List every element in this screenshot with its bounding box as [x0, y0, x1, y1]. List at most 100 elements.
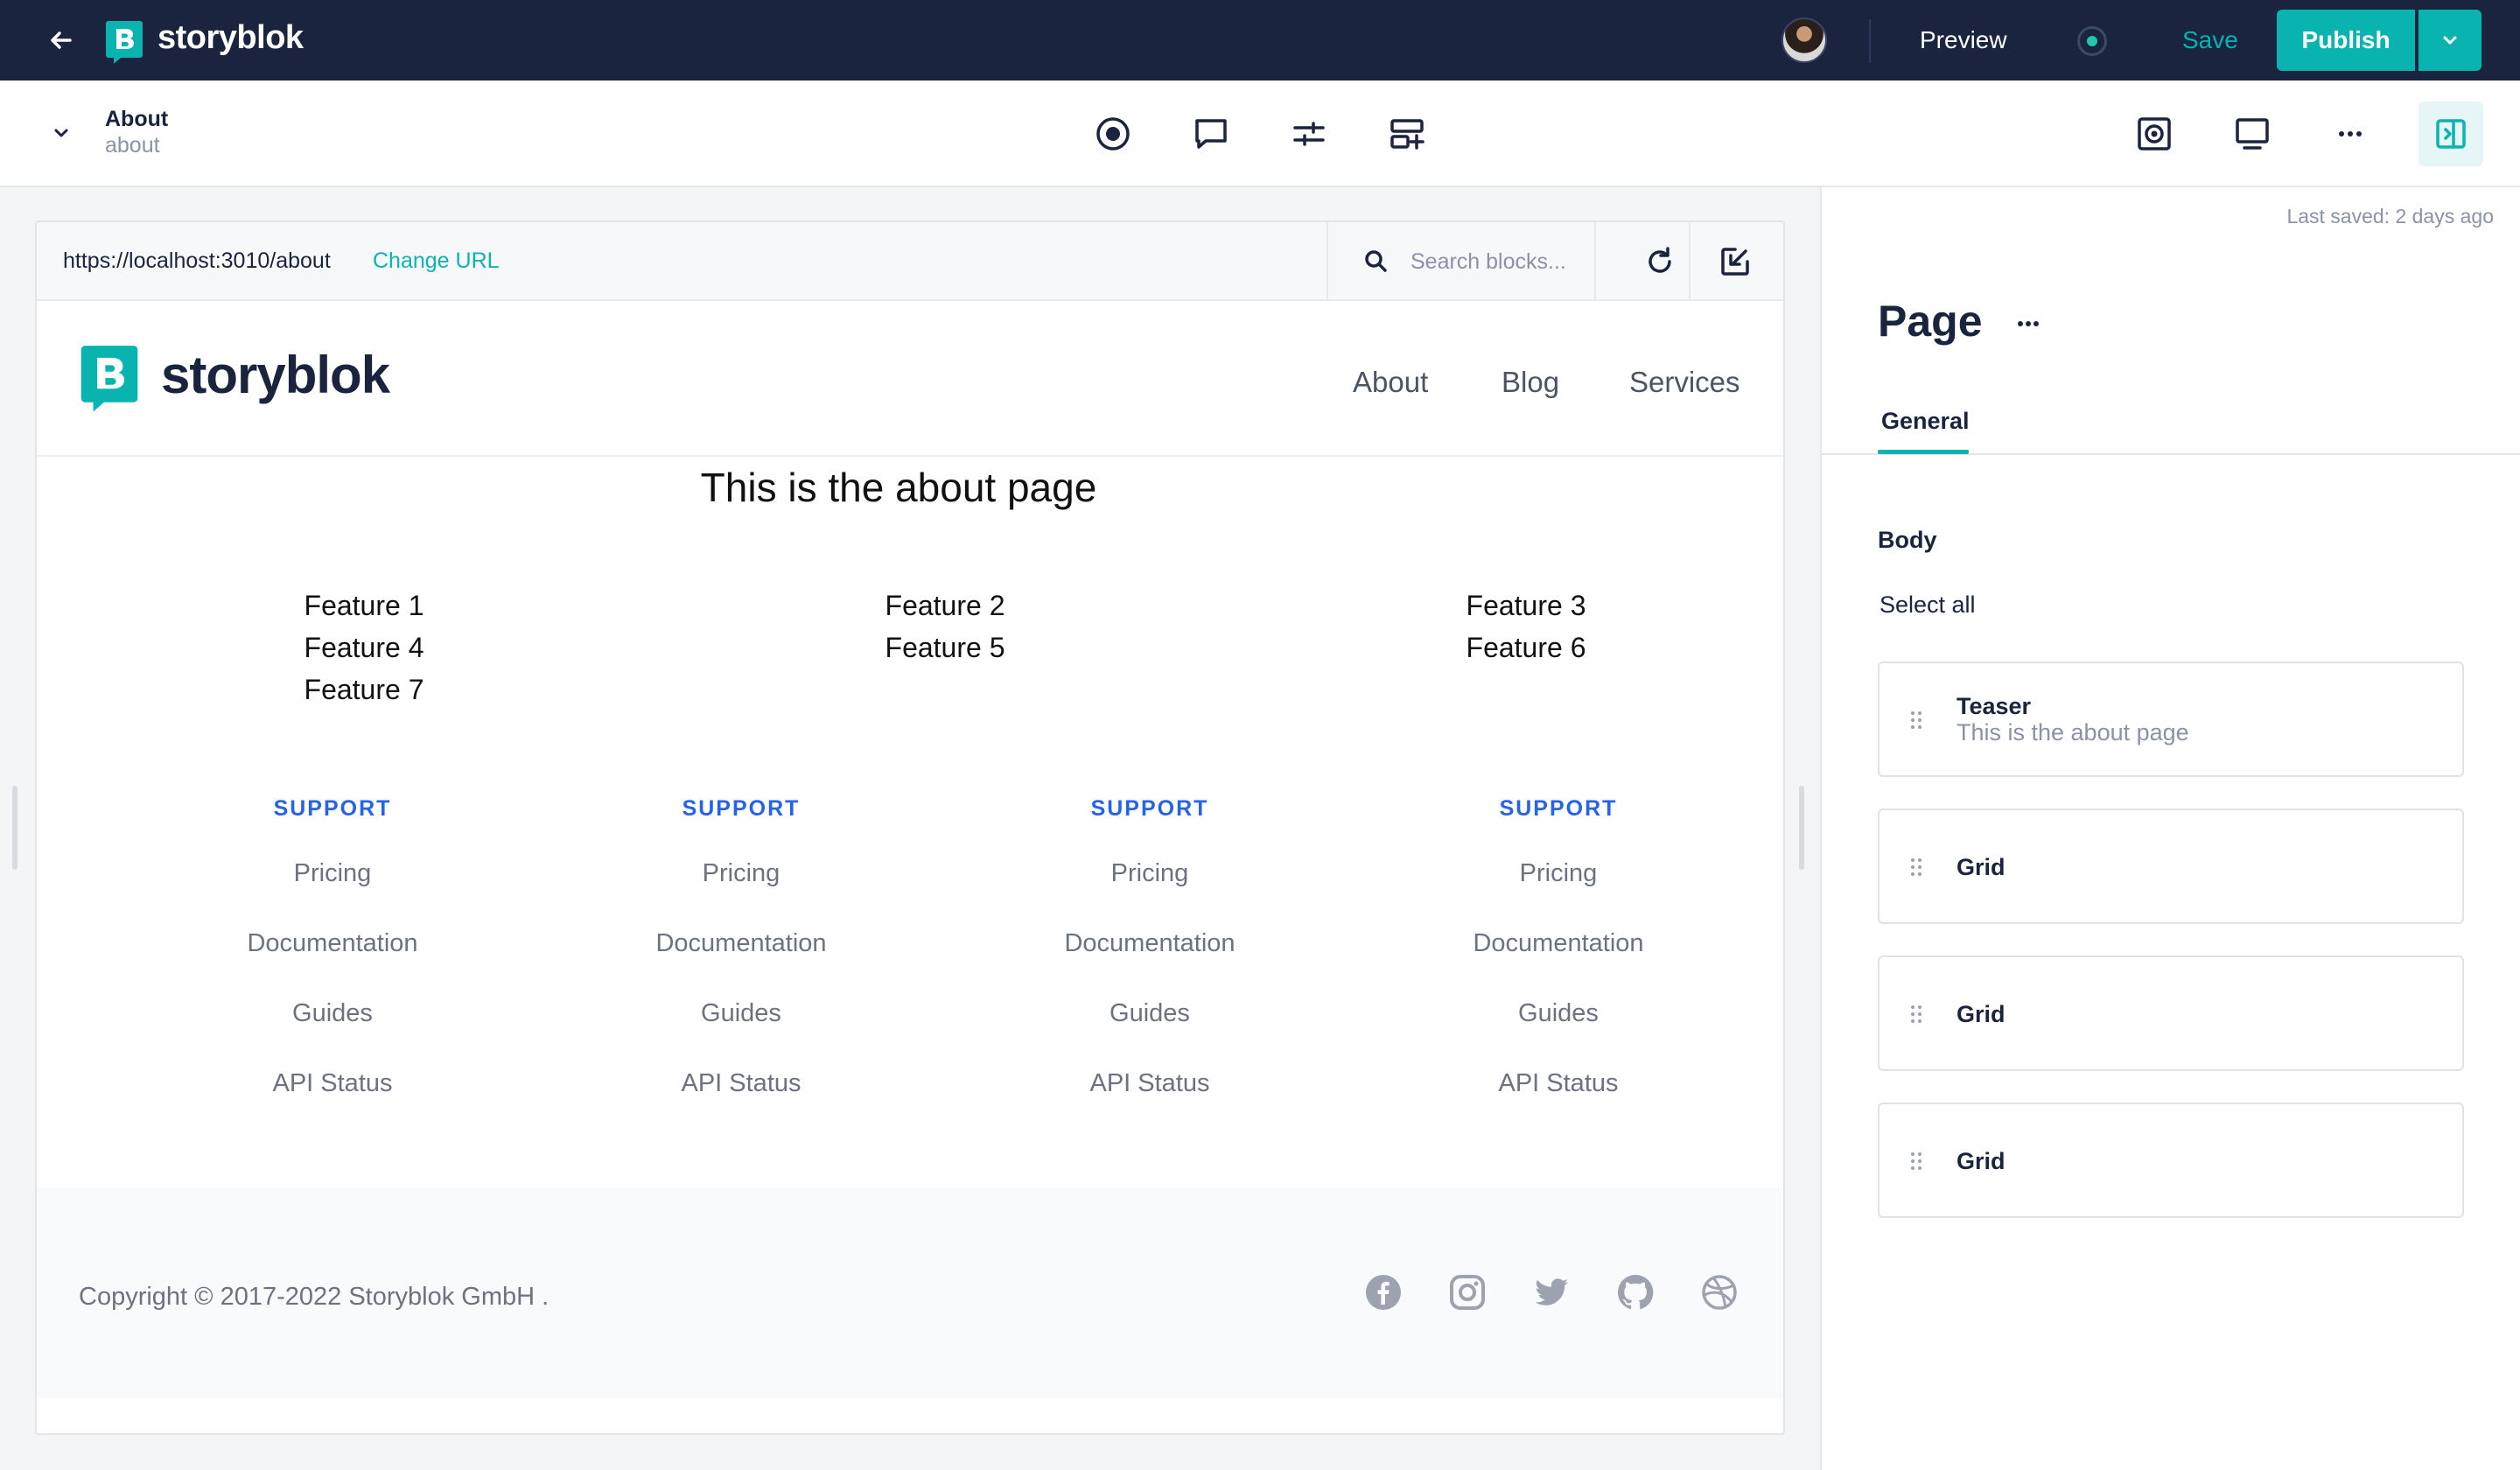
block-name: Teaser [1956, 693, 2032, 719]
add-block-icon[interactable] [1382, 109, 1432, 158]
site-footer: Copyright © 2017-2022 Storyblok GmbH . [37, 1188, 1783, 1398]
twitter-icon[interactable] [1531, 1272, 1572, 1312]
block-item-teaser[interactable]: Teaser This is the about page [1878, 662, 2464, 777]
github-icon[interactable] [1615, 1272, 1656, 1312]
footer-link[interactable]: Guides [1018, 999, 1281, 1028]
block-item-grid[interactable]: Grid [1878, 808, 2464, 924]
footer-link[interactable]: Pricing [610, 859, 872, 888]
nav-link-services[interactable]: Services [1629, 366, 1740, 399]
block-item-grid[interactable]: Grid [1878, 1102, 2464, 1218]
publish-button[interactable]: Publish [2277, 10, 2415, 71]
footer-column-title: SUPPORT [273, 796, 392, 821]
panel-toggle-icon[interactable] [2418, 102, 2483, 166]
drag-handle-icon[interactable] [1908, 709, 1925, 732]
left-resize-handle[interactable] [12, 786, 18, 870]
desktop-icon[interactable] [2228, 109, 2277, 158]
feature-item[interactable]: Feature 3 [1395, 590, 1657, 622]
reload-icon[interactable] [1640, 242, 1680, 282]
footer-link[interactable]: Pricing [1018, 859, 1281, 888]
more-icon[interactable] [2009, 304, 2048, 343]
search-icon [1363, 248, 1390, 275]
comment-icon[interactable] [1186, 109, 1236, 158]
feature-item[interactable]: Feature 4 [233, 632, 495, 664]
footer-link[interactable]: API Status [1427, 1069, 1690, 1098]
dribbble-icon[interactable] [1699, 1272, 1740, 1312]
footer-link[interactable]: Pricing [201, 859, 464, 888]
open-external-icon[interactable] [1715, 242, 1755, 282]
top-bar: storyblok Preview Save Publish [0, 0, 2520, 80]
block-subtitle: This is the about page [1956, 719, 2189, 746]
footer-link[interactable]: API Status [1018, 1069, 1281, 1098]
facebook-icon[interactable] [1363, 1272, 1404, 1312]
user-avatar[interactable] [1782, 18, 1827, 63]
copyright-text: Copyright © 2017-2022 Storyblok GmbH . [79, 1283, 550, 1311]
editor-toolbar: About about [0, 80, 2520, 187]
story-slug: about [105, 133, 160, 158]
tab-general[interactable]: General [1881, 408, 1970, 435]
target-icon[interactable] [1088, 109, 1138, 158]
nav-link-about[interactable]: About [1353, 366, 1428, 399]
footer-link[interactable]: API Status [201, 1069, 464, 1098]
storyblok-logo-icon [105, 19, 144, 65]
footer-link[interactable]: Documentation [1427, 929, 1690, 958]
divider [1689, 222, 1690, 301]
panel-resize-handle[interactable] [1799, 786, 1804, 870]
site-logo-icon[interactable] [79, 343, 140, 413]
active-tab-indicator [1878, 450, 1969, 454]
sliders-icon[interactable] [1284, 109, 1334, 158]
footer-link[interactable]: Pricing [1427, 859, 1690, 888]
footer-column: SUPPORT Pricing Documentation Guides API… [1018, 796, 1281, 1129]
footer-link[interactable]: Documentation [1018, 929, 1281, 958]
chevron-down-icon [2443, 36, 2457, 45]
footer-column-title: SUPPORT [1090, 796, 1209, 821]
preview-button[interactable]: Preview [1920, 26, 2007, 54]
footer-link[interactable]: Documentation [610, 929, 872, 958]
footer-column-title: SUPPORT [1499, 796, 1618, 821]
publish-options-button[interactable] [2418, 10, 2482, 71]
feature-item[interactable]: Feature 5 [814, 632, 1076, 664]
drag-handle-icon[interactable] [1908, 1003, 1925, 1026]
site-brand-name: storyblok [161, 346, 390, 404]
screenshot-icon[interactable] [2130, 109, 2179, 158]
feature-item[interactable]: Feature 6 [1395, 632, 1657, 664]
footer-link[interactable]: Documentation [201, 929, 464, 958]
footer-link[interactable]: Guides [1427, 999, 1690, 1028]
footer-column: SUPPORT Pricing Documentation Guides API… [610, 796, 872, 1129]
content-panel: Last saved: 2 days ago Page General Body… [1820, 187, 2520, 1470]
footer-column: SUPPORT Pricing Documentation Guides API… [1427, 796, 1690, 1129]
block-item-grid[interactable]: Grid [1878, 956, 2464, 1071]
block-name: Grid [1956, 854, 2006, 880]
last-saved-text: Last saved: 2 days ago [2286, 205, 2494, 228]
footer-column-title: SUPPORT [682, 796, 801, 821]
feature-item[interactable]: Feature 2 [814, 590, 1076, 622]
teaser-heading[interactable]: This is the about page [37, 464, 1783, 511]
story-title: About [105, 107, 169, 131]
url-bar: https://localhost:3010/about Change URL [37, 222, 1783, 301]
change-url-link[interactable]: Change URL [373, 248, 500, 274]
panel-title: Page [1878, 297, 1983, 346]
teaser-heading-text: This is the about page [700, 465, 1097, 510]
drag-handle-icon[interactable] [1908, 1150, 1925, 1172]
site-header: storyblok About Blog Services [37, 301, 1783, 457]
footer-link[interactable]: Guides [610, 999, 872, 1028]
visual-preview: https://localhost:3010/about Change URL … [35, 220, 1785, 1435]
select-all-button[interactable]: Select all [1880, 592, 1976, 619]
instagram-icon[interactable] [1447, 1272, 1488, 1312]
footer-link[interactable]: API Status [610, 1069, 872, 1098]
status-indicator-icon[interactable] [2077, 26, 2107, 56]
block-name: Grid [1956, 1148, 2006, 1174]
search-blocks-input[interactable] [1409, 242, 1584, 282]
save-button[interactable]: Save [2182, 26, 2238, 54]
more-icon[interactable] [2326, 109, 2375, 158]
feature-item[interactable]: Feature 1 [233, 590, 495, 622]
preview-url: https://localhost:3010/about [63, 248, 331, 273]
back-arrow-icon[interactable] [44, 23, 79, 58]
chevron-down-icon[interactable] [47, 119, 75, 147]
footer-column: SUPPORT Pricing Documentation Guides API… [201, 796, 464, 1129]
feature-item[interactable]: Feature 7 [233, 674, 495, 706]
footer-link[interactable]: Guides [201, 999, 464, 1028]
body-field-label: Body [1878, 527, 1937, 553]
brand-name: storyblok [158, 19, 304, 56]
drag-handle-icon[interactable] [1908, 856, 1925, 878]
nav-link-blog[interactable]: Blog [1502, 366, 1559, 399]
